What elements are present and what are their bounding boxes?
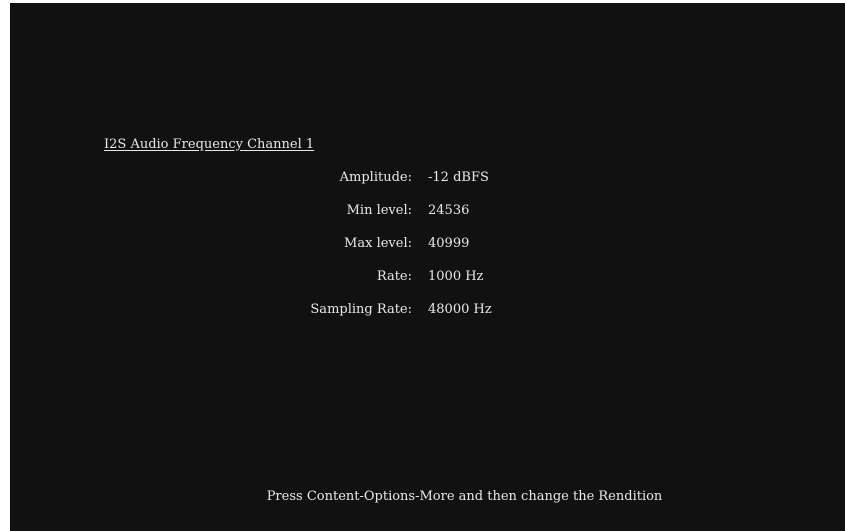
min-level-value: 24536 xyxy=(428,203,470,218)
tv-screen: I2S Audio Frequency Channel 1 Amplitude:… xyxy=(10,3,845,531)
max-level-value: 40999 xyxy=(428,236,470,251)
min-level-row: Min level: 24536 xyxy=(10,203,845,236)
rate-row: Rate: 1000 Hz xyxy=(10,269,845,302)
min-level-label: Min level: xyxy=(346,203,412,218)
amplitude-label: Amplitude: xyxy=(339,170,412,185)
amplitude-row: Amplitude: -12 dBFS xyxy=(10,170,845,203)
max-level-row: Max level: 40999 xyxy=(10,236,845,269)
instruction-hint: Press Content-Options-More and then chan… xyxy=(266,489,663,504)
amplitude-value: -12 dBFS xyxy=(428,170,489,185)
sampling-rate-label: Sampling Rate: xyxy=(310,302,412,317)
max-level-label: Max level: xyxy=(344,236,412,251)
rate-label: Rate: xyxy=(376,269,412,284)
info-table: Amplitude: -12 dBFS Min level: 24536 Max… xyxy=(10,170,845,335)
rate-value: 1000 Hz xyxy=(428,269,484,284)
sampling-rate-value: 48000 Hz xyxy=(428,302,492,317)
sampling-rate-row: Sampling Rate: 48000 Hz xyxy=(10,302,845,335)
channel-title: I2S Audio Frequency Channel 1 xyxy=(104,137,315,152)
